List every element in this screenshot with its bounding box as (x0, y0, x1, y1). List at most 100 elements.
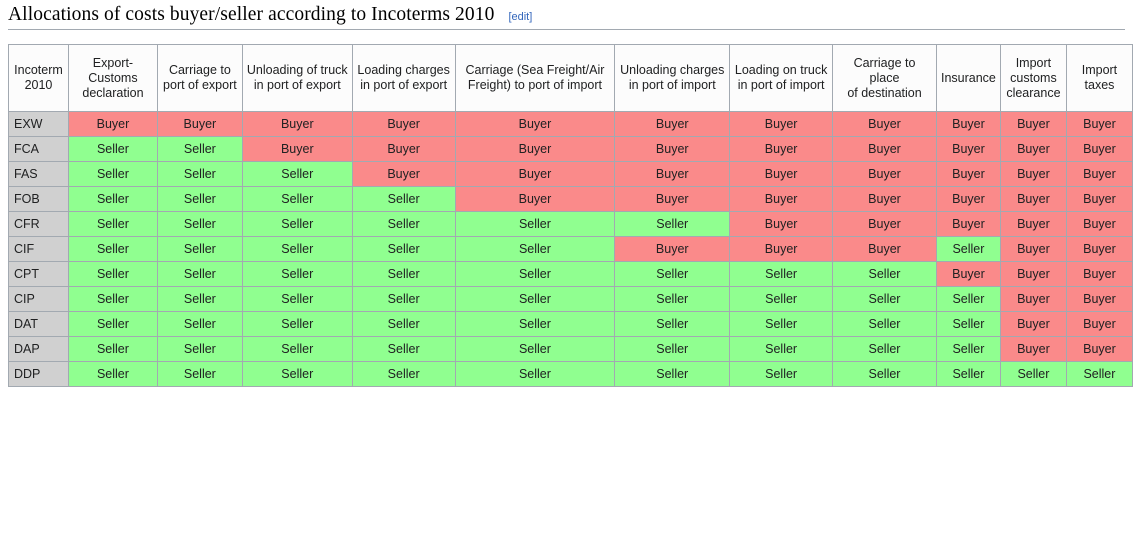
cost-cell: Seller (156, 311, 243, 337)
cost-cell: Seller (241, 286, 353, 312)
table-row: FOB Seller Seller Seller Seller Buyer Buyer Buy… (8, 186, 1133, 212)
table-row: CPT Seller Seller Seller Seller Seller Seller S… (8, 261, 1133, 287)
table-row: EXW Buyer Buyer Buyer Buyer Buyer Buyer Buyer Bu… (8, 111, 1133, 137)
cost-cell: Buyer (1065, 186, 1133, 212)
column-header-line: Loading on truck (734, 63, 828, 77)
column-header-1: Export- Customs declaration (67, 44, 158, 112)
cost-cell: Seller (156, 261, 243, 287)
cost-cell: Buyer (832, 161, 937, 187)
cost-cell: Buyer (454, 111, 616, 137)
row-header-incoterm: DAP (8, 336, 69, 362)
cost-cell: Seller (156, 361, 243, 387)
cost-cell: Seller (67, 186, 158, 212)
cost-cell: Seller (935, 286, 1001, 312)
table-row: DDP Seller Seller Seller Seller Seller Seller S… (8, 361, 1133, 387)
cost-cell: Seller (67, 261, 158, 287)
cost-cell: Seller (454, 311, 616, 337)
cost-cell: Buyer (999, 336, 1067, 362)
row-header-incoterm: CFR (8, 211, 69, 237)
table-row: FCA Seller Seller Buyer Buyer Buyer Buyer Buyer… (8, 136, 1133, 162)
cost-cell: Buyer (241, 136, 353, 162)
column-header-0: Incoterm 2010 (8, 44, 69, 112)
table-row: CIP Seller Seller Seller Seller Seller Seller S… (8, 286, 1133, 312)
cost-cell: Seller (935, 336, 1001, 362)
table-header: Incoterm 2010 Export- Customs declaration Car… (8, 44, 1133, 112)
cost-cell: Seller (156, 136, 243, 162)
cost-cell: Seller (241, 211, 353, 237)
table-row: DAT Seller Seller Seller Seller Seller Seller S… (8, 311, 1133, 337)
cost-cell: Seller (454, 236, 616, 262)
cost-cell: Seller (614, 336, 731, 362)
cost-cell: Buyer (351, 161, 456, 187)
cost-cell: Buyer (241, 111, 353, 137)
cost-cell: Seller (67, 236, 158, 262)
cost-cell: Seller (67, 211, 158, 237)
cost-cell: Buyer (999, 286, 1067, 312)
column-header-10: Import customs clearance (999, 44, 1067, 112)
cost-cell: Buyer (1065, 236, 1133, 262)
cost-cell: Seller (729, 286, 834, 312)
cost-cell: Buyer (614, 236, 731, 262)
column-header-line: Carriage to (168, 63, 231, 77)
cost-cell: Buyer (999, 236, 1067, 262)
cost-cell: Buyer (729, 211, 834, 237)
cost-cell: Seller (67, 136, 158, 162)
cost-cell: Seller (454, 261, 616, 287)
cost-cell: Buyer (999, 161, 1067, 187)
column-header-3: Unloading of truck in port of export (241, 44, 353, 112)
cost-cell: Seller (729, 361, 834, 387)
cost-cell: Seller (832, 286, 937, 312)
cost-cell: Buyer (729, 186, 834, 212)
cost-cell: Buyer (1065, 286, 1133, 312)
row-header-incoterm: CPT (8, 261, 69, 287)
column-header-line: customs (1010, 70, 1057, 85)
cost-cell: Buyer (935, 136, 1001, 162)
cost-cell: Seller (614, 211, 731, 237)
cost-cell: Seller (351, 186, 456, 212)
cost-cell: Seller (935, 236, 1001, 262)
cost-cell: Buyer (935, 261, 1001, 287)
cost-cell: Seller (454, 211, 616, 237)
cost-cell: Seller (832, 361, 937, 387)
cost-cell: Seller (67, 161, 158, 187)
cost-cell: Seller (156, 286, 243, 312)
column-header-line: clearance (1006, 85, 1061, 100)
column-header-line: 2010 (24, 78, 53, 92)
column-header-line: in port of import (628, 78, 716, 92)
cost-cell: Seller (241, 336, 353, 362)
cost-cell: Seller (935, 361, 1001, 387)
row-header-incoterm: FAS (8, 161, 69, 187)
cost-cell: Seller (241, 311, 353, 337)
column-header-line: in port of export (253, 78, 341, 92)
row-header-incoterm: DDP (8, 361, 69, 387)
cost-cell: Seller (454, 336, 616, 362)
cost-cell: Buyer (729, 111, 834, 137)
column-header-9: Insurance (935, 44, 1001, 112)
cost-cell: Buyer (614, 111, 731, 137)
column-header-line: Customs (88, 70, 138, 85)
row-header-incoterm: CIF (8, 236, 69, 262)
incoterms-cost-allocation-table: Incoterm 2010 Export- Customs declaration Car… (8, 44, 1133, 387)
cost-cell: Seller (241, 236, 353, 262)
cost-cell: Buyer (999, 186, 1067, 212)
cost-cell: Seller (241, 361, 353, 387)
cost-cell: Seller (351, 311, 456, 337)
cost-cell: Seller (156, 236, 243, 262)
cost-cell: Buyer (832, 236, 937, 262)
cost-cell: Seller (351, 286, 456, 312)
column-header-7: Loading on truck in port of import (729, 44, 834, 112)
cost-cell: Buyer (999, 261, 1067, 287)
cost-cell: Seller (832, 336, 937, 362)
cost-cell: Buyer (729, 136, 834, 162)
column-header-6: Unloading charges in port of import (614, 44, 731, 112)
column-header-5: Carriage (Sea Freight/Air Freight) to por… (454, 44, 616, 112)
column-header-11: Import taxes (1065, 44, 1133, 112)
column-header-line: port of export (163, 78, 237, 92)
cost-cell: Seller (729, 336, 834, 362)
column-header-line: of destination (847, 85, 922, 100)
row-header-incoterm: EXW (8, 111, 69, 137)
edit-section-link[interactable]: [edit] (508, 11, 532, 23)
cost-cell: Buyer (1065, 336, 1133, 362)
column-header-line: Export- (92, 55, 134, 70)
cost-cell: Buyer (156, 111, 243, 137)
